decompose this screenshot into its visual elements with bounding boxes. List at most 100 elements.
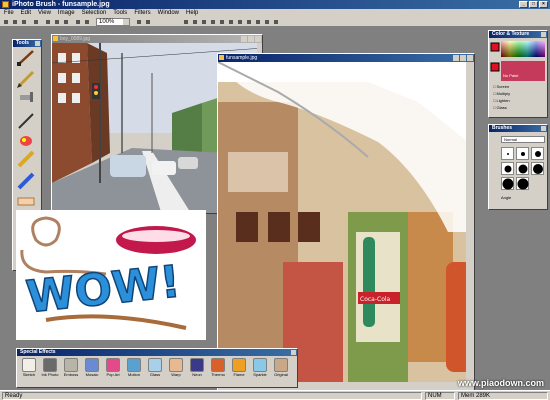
blend-option-glass[interactable]: □ Glass bbox=[493, 104, 510, 111]
print-icon[interactable] bbox=[32, 18, 40, 26]
app-icon bbox=[2, 1, 9, 8]
hand-icon[interactable] bbox=[209, 18, 217, 26]
doc-front-maximize-button[interactable] bbox=[460, 55, 466, 61]
ink-photo-icon bbox=[43, 358, 57, 372]
neon-icon bbox=[190, 358, 204, 372]
maximize-button[interactable]: □ bbox=[529, 1, 538, 8]
sketch-icon bbox=[22, 358, 36, 372]
cut-icon[interactable] bbox=[44, 18, 52, 26]
brush-size-4[interactable] bbox=[501, 162, 514, 175]
doc-back-maximize-button[interactable] bbox=[248, 36, 254, 42]
workspace: Tools boy_0089.jpg WOW! funsample.jpg Co… bbox=[0, 27, 550, 390]
app-title-bar: iPhoto Brush - funsample.jpg _ □ × bbox=[0, 0, 550, 9]
actual-size-icon[interactable] bbox=[144, 18, 152, 26]
brush-size-3[interactable] bbox=[531, 147, 544, 160]
main-toolbar: 100% bbox=[0, 17, 550, 27]
brush-size-8[interactable] bbox=[516, 177, 529, 190]
lasso-icon[interactable] bbox=[227, 18, 235, 26]
pen-tool-icon[interactable] bbox=[18, 113, 34, 129]
brush-angle-label: Angle bbox=[501, 195, 512, 200]
doc-window-front[interactable]: funsample.jpg Coca-Cola bbox=[217, 53, 475, 390]
status-bar: Ready NUM Mem 289K bbox=[0, 390, 550, 400]
pencil-tool-icon[interactable] bbox=[17, 70, 35, 88]
undo-icon[interactable] bbox=[74, 18, 82, 26]
blend-options: □ Screen □ Multiply □ Lighten □ Glass bbox=[493, 83, 510, 111]
doc-back-minimize-button[interactable] bbox=[241, 36, 247, 42]
brush-tool-icon[interactable] bbox=[17, 50, 34, 66]
sparkle-icon bbox=[253, 358, 267, 372]
menu-tools[interactable]: Tools bbox=[113, 9, 127, 17]
new-file-icon[interactable] bbox=[2, 18, 10, 26]
zoom-select[interactable]: 100% bbox=[96, 18, 130, 26]
zoom-in-icon[interactable] bbox=[191, 18, 199, 26]
text-icon[interactable] bbox=[254, 18, 262, 26]
menu-window[interactable]: Window bbox=[158, 9, 179, 17]
brush-size-7[interactable] bbox=[501, 177, 514, 190]
flame-icon bbox=[232, 358, 246, 372]
texture-label: No Paint bbox=[503, 73, 519, 78]
glass-icon bbox=[148, 358, 162, 372]
blend-option-multiply[interactable]: □ Multiply bbox=[493, 90, 510, 97]
effects-panel-title: Special Effects bbox=[17, 349, 297, 356]
doc-front-titlebar[interactable]: funsample.jpg bbox=[218, 54, 474, 62]
save-icon[interactable] bbox=[20, 18, 28, 26]
brush-size-2[interactable] bbox=[516, 147, 529, 160]
copy-icon[interactable] bbox=[53, 18, 61, 26]
menu-image[interactable]: Image bbox=[58, 9, 75, 17]
brush-size-5[interactable] bbox=[516, 162, 529, 175]
minimize-button[interactable]: _ bbox=[519, 1, 528, 8]
eraser-tool-icon[interactable] bbox=[17, 197, 35, 206]
brushes-panel-title: Brushes bbox=[489, 125, 547, 132]
doc-icon bbox=[53, 36, 58, 41]
paint-tube-icon[interactable] bbox=[20, 136, 32, 146]
eyedropper-icon[interactable] bbox=[263, 18, 271, 26]
close-button[interactable]: × bbox=[539, 1, 548, 8]
pointer-icon[interactable] bbox=[182, 18, 190, 26]
status-message: Ready bbox=[2, 392, 422, 400]
menu-view[interactable]: View bbox=[38, 9, 51, 17]
fill-icon[interactable] bbox=[272, 18, 280, 26]
crayon-tool-icon[interactable] bbox=[17, 150, 35, 168]
paste-icon[interactable] bbox=[62, 18, 70, 26]
menu-edit[interactable]: Edit bbox=[21, 9, 31, 17]
doc-back-title: boy_0089.jpg bbox=[60, 36, 91, 42]
watermark-text: www.piaodown.com bbox=[457, 378, 544, 388]
menu-selection[interactable]: Selection bbox=[82, 9, 107, 17]
brush-size-1[interactable] bbox=[501, 147, 514, 160]
status-numlock: NUM bbox=[425, 392, 455, 400]
brushes-panel: Brushes Normal Angle bbox=[488, 124, 548, 210]
blend-option-lighten[interactable]: □ Lighten bbox=[493, 97, 510, 104]
brush-size-6[interactable] bbox=[531, 162, 544, 175]
app-title: iPhoto Brush - funsample.jpg bbox=[12, 1, 110, 8]
marquee-icon[interactable] bbox=[218, 18, 226, 26]
status-memory: Mem 289K bbox=[458, 392, 548, 400]
doc-front-close-button[interactable] bbox=[467, 55, 473, 61]
pop-art-icon bbox=[106, 358, 120, 372]
doc-icon bbox=[219, 55, 224, 60]
warp-icon bbox=[169, 358, 183, 372]
vending-photo: Coca-Cola bbox=[218, 62, 474, 390]
open-file-icon[interactable] bbox=[11, 18, 19, 26]
airbrush-tool-icon[interactable] bbox=[20, 92, 33, 102]
blend-option-screen[interactable]: □ Screen bbox=[493, 83, 510, 90]
marker-tool-icon[interactable] bbox=[17, 172, 35, 190]
color-texture-panel: Color & Texture No Paint □ Screen □ Mult… bbox=[488, 30, 548, 118]
motion-icon bbox=[127, 358, 141, 372]
doc-front-title: funsample.jpg bbox=[226, 55, 258, 61]
crop-icon[interactable] bbox=[245, 18, 253, 26]
menu-file[interactable]: File bbox=[4, 9, 14, 17]
doc-back-close-button[interactable] bbox=[255, 36, 261, 42]
menu-help[interactable]: Help bbox=[186, 9, 198, 17]
fit-window-icon[interactable] bbox=[135, 18, 143, 26]
effect-original[interactable]: Original bbox=[269, 358, 293, 386]
zoom-out-icon[interactable] bbox=[200, 18, 208, 26]
doc-back-titlebar[interactable]: boy_0089.jpg bbox=[52, 35, 262, 43]
special-effects-panel: Special Effects Sketch Ink Photo Emboss … bbox=[16, 348, 298, 388]
menu-filters[interactable]: Filters bbox=[134, 9, 150, 17]
doc-front-minimize-button[interactable] bbox=[453, 55, 459, 61]
brush-mode-select[interactable]: Normal bbox=[501, 136, 545, 143]
magic-wand-icon[interactable] bbox=[236, 18, 244, 26]
redo-icon[interactable] bbox=[83, 18, 91, 26]
wow-artwork: WOW! bbox=[16, 210, 206, 340]
tools-panel-title: Tools bbox=[13, 40, 41, 47]
